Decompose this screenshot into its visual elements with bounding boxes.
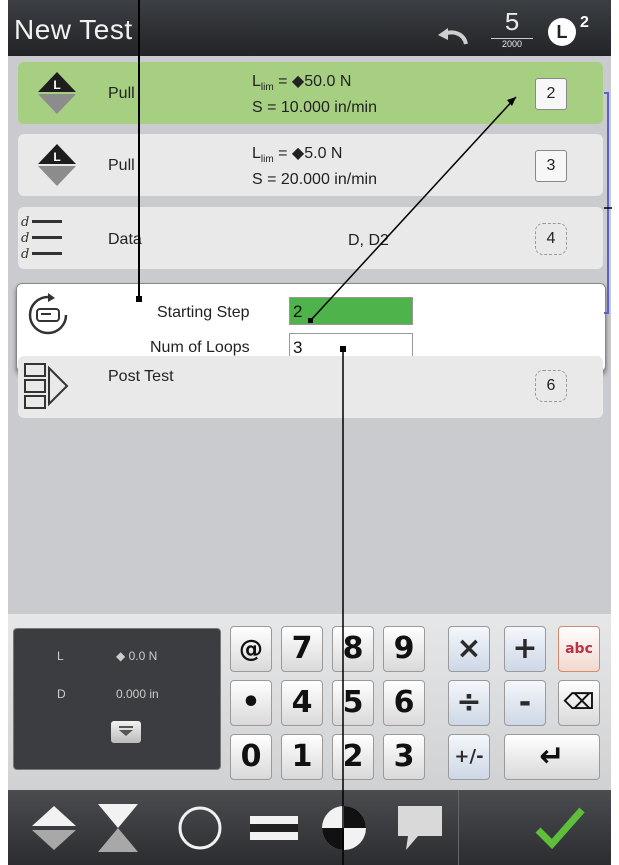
annotation-overlay [308, 96, 612, 865]
